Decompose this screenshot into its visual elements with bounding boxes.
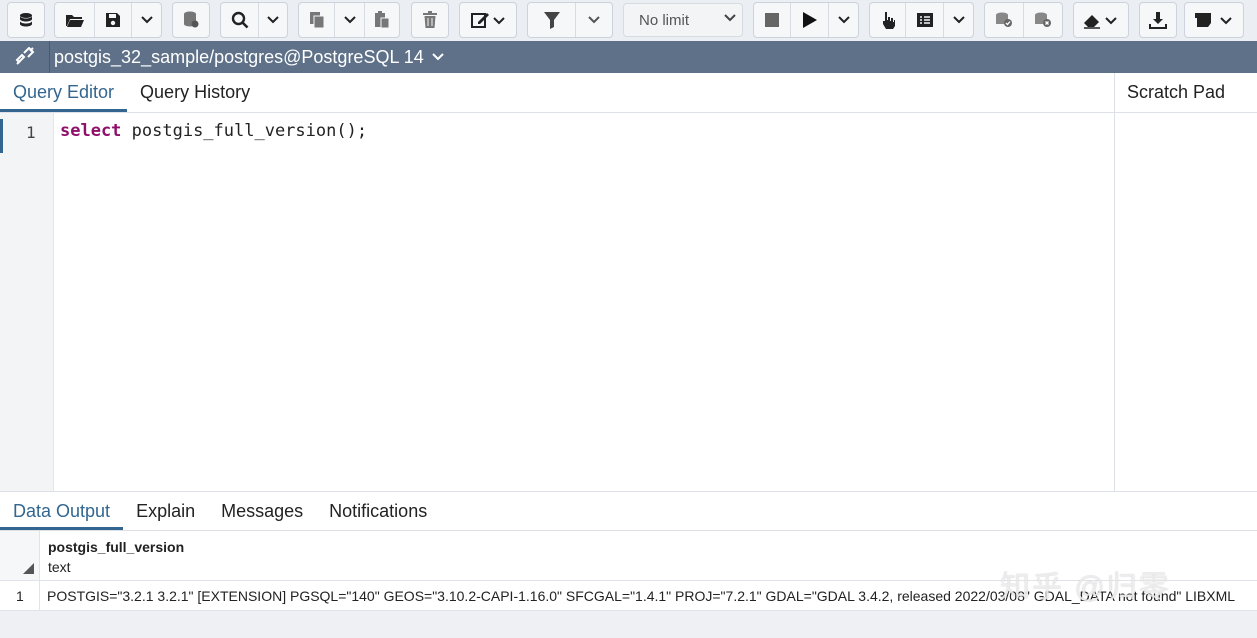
download-icon — [1149, 12, 1167, 29]
tab-query-editor[interactable]: Query Editor — [0, 73, 128, 112]
column-name: postgis_full_version — [48, 539, 185, 555]
list-icon — [916, 13, 933, 27]
toolbar-group-filter — [527, 2, 613, 38]
editor-gutter: 1 — [0, 113, 54, 491]
output-tabs: Data Output Explain Messages Notificatio… — [0, 491, 1257, 531]
toolbar-group-clipboard — [298, 2, 400, 38]
toolbar-group-clear — [1073, 2, 1129, 38]
connection-bar: postgis_32_sample/postgres@PostgreSQL 14 — [0, 41, 1257, 73]
open-file-button[interactable] — [55, 3, 95, 37]
line-number: 1 — [26, 123, 36, 142]
toolbar-group-db — [7, 2, 45, 38]
scratch-pad-title: Scratch Pad — [1114, 73, 1257, 113]
copy-icon — [309, 12, 324, 29]
copy-button[interactable] — [299, 3, 335, 37]
find-dropdown-button[interactable] — [259, 3, 287, 37]
explain-dropdown-button[interactable] — [944, 3, 973, 37]
search-icon — [231, 11, 248, 29]
chevron-down-icon[interactable] — [432, 53, 444, 61]
database-icon — [20, 13, 32, 27]
editor-tabs: Query Editor Query History — [0, 73, 1114, 113]
toolbar-group-download — [1139, 2, 1177, 38]
toolbar-group-execute — [753, 2, 859, 38]
select-all-icon — [23, 563, 34, 574]
tab-query-history[interactable]: Query History — [127, 73, 263, 112]
chevron-down-icon — [140, 16, 153, 24]
edit-button[interactable] — [460, 3, 516, 37]
tab-explain[interactable]: Explain — [123, 492, 208, 530]
sql-text: postgis_full_version(); — [121, 121, 368, 141]
toolbar-group-file — [54, 2, 162, 38]
stop-icon — [765, 13, 779, 27]
database-stack-icon — [184, 11, 199, 28]
save-button[interactable] — [95, 3, 132, 37]
link-icon — [15, 47, 34, 65]
stop-button[interactable] — [754, 3, 791, 37]
tab-notifications[interactable]: Notifications — [316, 492, 440, 530]
row-number[interactable]: 1 — [0, 581, 40, 611]
grid-empty-area — [0, 611, 1257, 638]
scratch-pad-textarea[interactable] — [1114, 113, 1257, 491]
filter-icon — [543, 12, 560, 29]
toolbar-group-find — [220, 2, 288, 38]
execute-dropdown-button[interactable] — [829, 3, 858, 37]
sql-editor[interactable]: select postgis_full_version(); — [60, 121, 367, 141]
play-icon — [802, 12, 817, 28]
explain-button[interactable] — [870, 3, 906, 37]
find-button[interactable] — [221, 3, 259, 37]
edit-icon — [471, 13, 505, 28]
chevron-down-icon — [588, 16, 600, 24]
chevron-down-icon — [837, 16, 850, 24]
paste-icon — [375, 11, 390, 29]
limit-value: No limit — [639, 11, 690, 29]
server-button[interactable] — [173, 3, 209, 37]
execute-button[interactable] — [791, 3, 829, 37]
sql-keyword: select — [60, 121, 122, 141]
select-all-cell[interactable] — [0, 531, 40, 581]
commit-icon — [996, 12, 1012, 27]
chevron-down-icon — [724, 14, 736, 22]
toolbar-group-macros — [1184, 2, 1244, 38]
toolbar-group-server — [172, 2, 210, 38]
paste-button[interactable] — [365, 3, 399, 37]
connection-status-button[interactable] — [0, 41, 50, 73]
eraser-icon — [1084, 15, 1117, 29]
explain-analyze-button[interactable] — [906, 3, 944, 37]
save-icon — [106, 13, 120, 27]
toolbar-group-transaction — [984, 2, 1063, 38]
chevron-down-icon — [267, 16, 279, 24]
filter-dropdown-button[interactable] — [576, 3, 612, 37]
toolbar: No limit — [0, 0, 1257, 41]
rollback-icon — [1035, 12, 1051, 27]
toolbar-group-delete — [411, 2, 449, 38]
tab-data-output[interactable]: Data Output — [0, 492, 124, 530]
watermark: 知乎 @归零 — [1000, 571, 1171, 604]
limit-select[interactable]: No limit — [623, 3, 743, 37]
clear-button[interactable] — [1074, 3, 1128, 37]
macros-button[interactable] — [1185, 3, 1243, 37]
commit-button[interactable] — [985, 3, 1024, 37]
active-line-marker — [0, 119, 3, 153]
macro-icon — [1195, 13, 1232, 27]
delete-button[interactable] — [412, 3, 448, 37]
copy-dropdown-button[interactable] — [335, 3, 365, 37]
connection-title[interactable]: postgis_32_sample/postgres@PostgreSQL 14 — [50, 47, 424, 68]
save-dropdown-button[interactable] — [132, 3, 161, 37]
toolbar-group-edit — [459, 2, 517, 38]
delete-icon — [423, 11, 437, 28]
database-button[interactable] — [8, 3, 44, 37]
pointer-icon — [882, 12, 895, 29]
rollback-button[interactable] — [1024, 3, 1062, 37]
download-button[interactable] — [1140, 3, 1176, 37]
toolbar-group-explain — [869, 2, 974, 38]
chevron-down-icon — [952, 16, 965, 24]
folder-open-icon — [65, 15, 84, 27]
filter-button[interactable] — [528, 3, 576, 37]
chevron-down-icon — [343, 16, 356, 24]
tab-messages[interactable]: Messages — [208, 492, 316, 530]
